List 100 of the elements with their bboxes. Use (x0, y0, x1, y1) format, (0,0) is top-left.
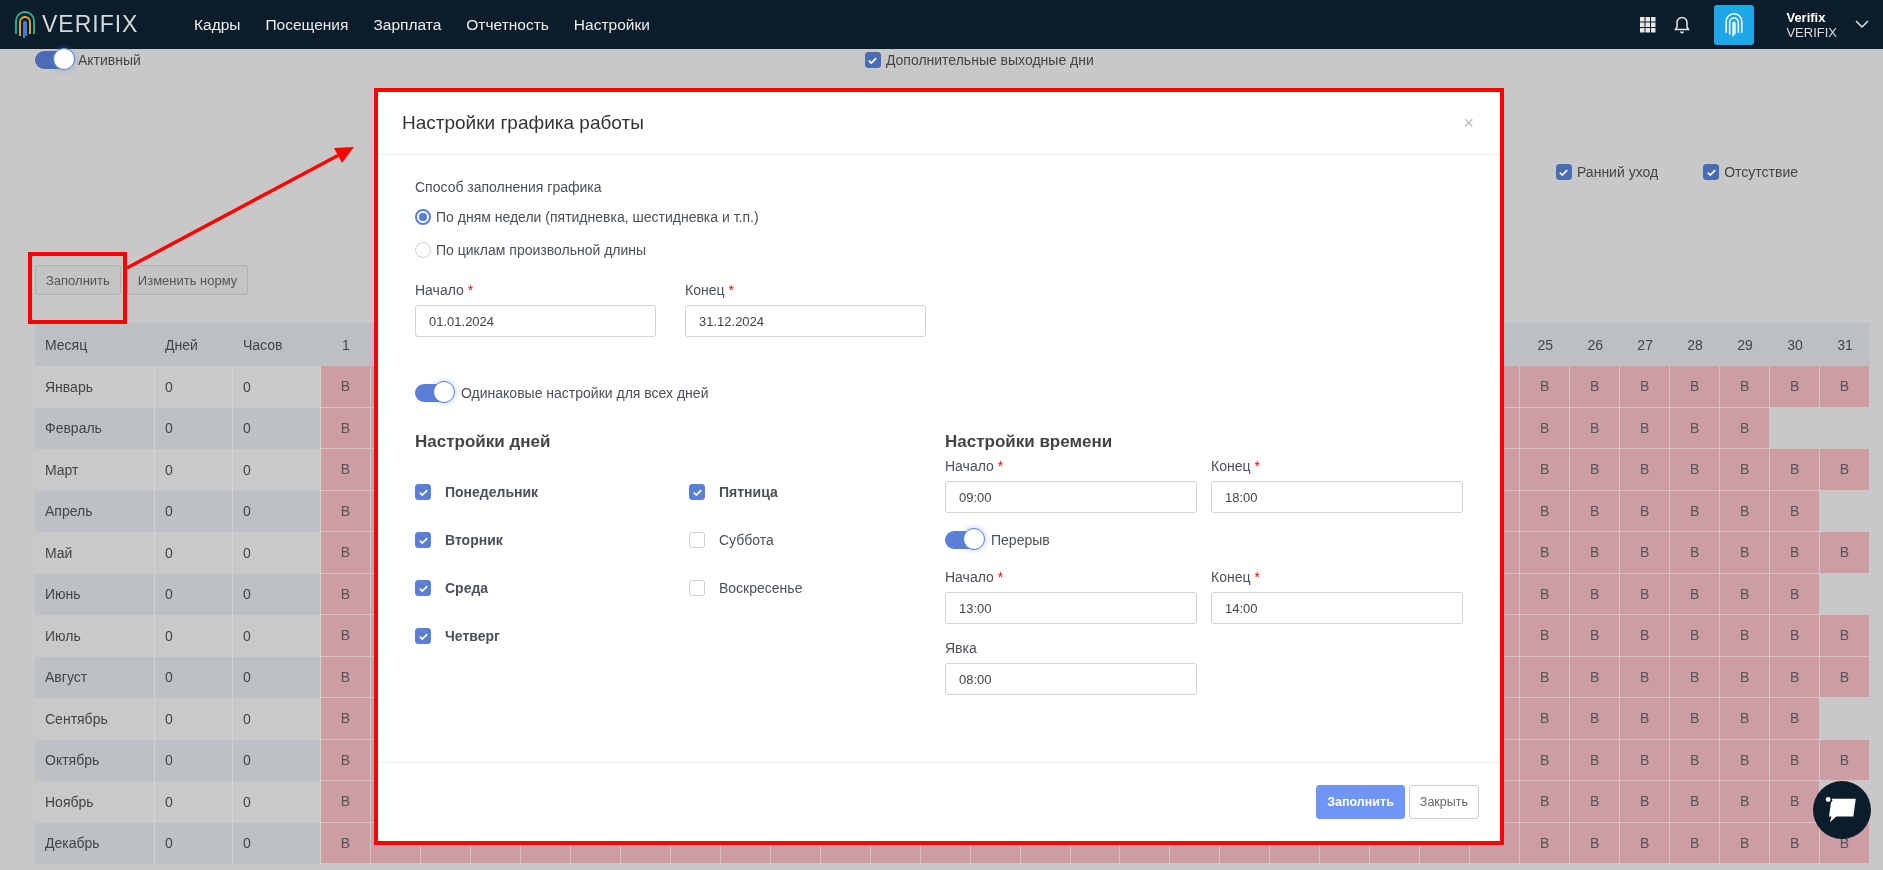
close-button[interactable]: × (1459, 112, 1478, 134)
day-cell[interactable]: В (1570, 490, 1621, 532)
day-cell[interactable]: В (1570, 449, 1621, 491)
checkbox[interactable] (1703, 164, 1720, 180)
day-cell[interactable]: В (1570, 822, 1621, 864)
day-cell[interactable]: В (1670, 366, 1721, 408)
day-cell[interactable]: В (1520, 449, 1571, 491)
day-cell[interactable]: В (1670, 615, 1721, 657)
input-field[interactable]: 08:00 (945, 663, 1197, 695)
day-cell[interactable]: В (321, 407, 371, 449)
input-field[interactable]: 01.01.2024 (415, 305, 656, 337)
day-cell[interactable]: В (1520, 615, 1571, 657)
day-cell[interactable]: В (321, 656, 371, 698)
day-cell[interactable]: В (1570, 615, 1621, 657)
action-button[interactable]: Заполнить (35, 265, 121, 295)
day-cell[interactable]: В (1720, 366, 1771, 408)
day-cell[interactable]: В (1820, 656, 1870, 698)
day-cell[interactable]: В (1820, 615, 1870, 657)
toggle-switch[interactable] (35, 51, 73, 69)
user-name[interactable]: Verifix (1786, 9, 1837, 25)
day-cell[interactable]: В (1570, 781, 1621, 823)
day-cell[interactable]: В (1820, 739, 1870, 781)
app-icon[interactable] (1714, 4, 1755, 45)
day-cell[interactable]: В (1720, 615, 1771, 657)
radio-button[interactable] (415, 209, 431, 225)
day-cell[interactable]: В (321, 573, 371, 615)
day-cell[interactable]: В (1770, 449, 1821, 491)
day-cell[interactable]: В (1720, 781, 1771, 823)
bell-icon[interactable] (1674, 15, 1691, 34)
day-cell[interactable]: В (1770, 532, 1821, 574)
day-cell[interactable]: В (1670, 573, 1721, 615)
chevron-down-icon[interactable] (1855, 20, 1869, 29)
day-cell[interactable]: В (1520, 698, 1571, 740)
toggle-switch[interactable] (415, 384, 453, 402)
day-cell[interactable]: В (1520, 573, 1571, 615)
day-cell[interactable]: В (1720, 698, 1771, 740)
day-cell[interactable]: В (321, 781, 371, 823)
day-cell[interactable]: В (1570, 739, 1621, 781)
day-cell[interactable]: В (1620, 532, 1671, 574)
action-button[interactable]: Изменить норму (126, 265, 249, 295)
day-cell[interactable]: В (1670, 532, 1721, 574)
day-cell[interactable]: В (321, 449, 371, 491)
day-cell[interactable]: В (1720, 573, 1771, 615)
day-cell[interactable]: В (1720, 449, 1771, 491)
nav-link[interactable]: Посещения (265, 15, 349, 34)
day-cell[interactable]: В (1770, 739, 1821, 781)
toggle-switch[interactable] (945, 531, 983, 549)
day-cell[interactable]: В (321, 822, 371, 864)
grid-icon[interactable] (1640, 16, 1657, 33)
day-cell[interactable]: В (321, 698, 371, 740)
day-cell[interactable]: В (1770, 490, 1821, 532)
day-cell[interactable]: В (1520, 822, 1571, 864)
day-cell[interactable]: В (1670, 781, 1721, 823)
day-cell[interactable]: В (1620, 407, 1671, 449)
day-cell[interactable]: В (1770, 656, 1821, 698)
day-cell[interactable]: В (1570, 656, 1621, 698)
day-cell[interactable]: В (1720, 532, 1771, 574)
input-field[interactable]: 18:00 (1211, 481, 1463, 513)
day-cell[interactable]: В (1520, 490, 1571, 532)
checkbox[interactable] (415, 580, 431, 596)
day-cell[interactable]: В (1620, 573, 1671, 615)
checkbox[interactable] (415, 628, 431, 644)
day-cell[interactable]: В (1570, 366, 1621, 408)
day-cell[interactable]: В (1720, 656, 1771, 698)
nav-link[interactable]: Настройки (573, 15, 650, 34)
day-cell[interactable]: В (1520, 781, 1571, 823)
day-cell[interactable]: В (1820, 532, 1870, 574)
day-cell[interactable]: В (1820, 449, 1870, 491)
dialog-button[interactable]: Заполнить (1316, 785, 1405, 819)
nav-link[interactable]: Кадры (194, 15, 241, 34)
day-cell[interactable]: В (1520, 739, 1571, 781)
day-cell[interactable]: В (1770, 366, 1821, 408)
day-cell[interactable]: В (1570, 573, 1621, 615)
day-cell[interactable]: В (1720, 739, 1771, 781)
day-cell[interactable]: В (1770, 698, 1821, 740)
day-cell[interactable]: В (1620, 366, 1671, 408)
day-cell[interactable]: В (1720, 407, 1771, 449)
day-cell[interactable]: В (1820, 366, 1870, 408)
day-cell[interactable]: В (1770, 781, 1821, 823)
company-name[interactable]: VERIFIX (1786, 24, 1837, 40)
day-cell[interactable]: В (1620, 449, 1671, 491)
day-cell[interactable]: В (321, 739, 371, 781)
checkbox[interactable] (864, 52, 881, 68)
day-cell[interactable]: В (1720, 822, 1771, 864)
day-cell[interactable]: В (1620, 822, 1671, 864)
day-cell[interactable]: В (1620, 615, 1671, 657)
day-cell[interactable]: В (1770, 615, 1821, 657)
day-cell[interactable]: В (1670, 822, 1721, 864)
day-cell[interactable]: В (1620, 490, 1671, 532)
day-cell[interactable]: В (1620, 739, 1671, 781)
day-cell[interactable]: В (321, 532, 371, 574)
dialog-button[interactable]: Закрыть (1408, 785, 1479, 819)
checkbox[interactable] (415, 484, 431, 500)
day-cell[interactable]: В (1520, 532, 1571, 574)
day-cell[interactable]: В (1670, 407, 1721, 449)
day-cell[interactable]: В (321, 615, 371, 657)
day-cell[interactable]: В (1520, 366, 1571, 408)
day-cell[interactable]: В (1670, 739, 1721, 781)
day-cell[interactable]: В (1620, 698, 1671, 740)
day-cell[interactable]: В (1770, 573, 1821, 615)
